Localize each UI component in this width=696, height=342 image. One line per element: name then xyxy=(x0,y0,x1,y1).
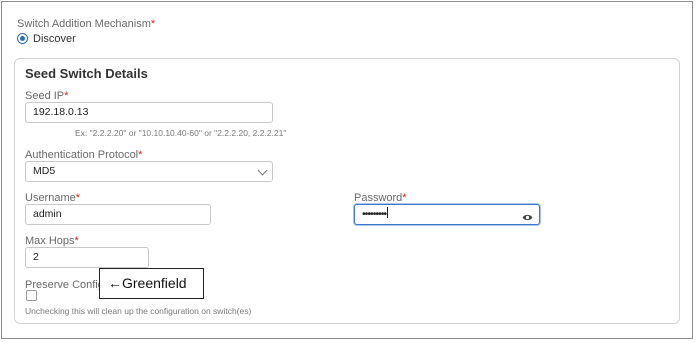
preserve-config-checkbox[interactable] xyxy=(26,290,37,301)
required-mark: * xyxy=(138,149,143,161)
required-mark: * xyxy=(74,235,79,247)
card-title: Seed Switch Details xyxy=(25,66,148,81)
left-arrow-icon: ← xyxy=(108,275,122,291)
username-label: Username* xyxy=(25,192,81,204)
eye-icon[interactable] xyxy=(522,210,533,224)
max-hops-label: Max Hops* xyxy=(25,235,79,247)
seed-ip-input[interactable]: 192.18.0.13 xyxy=(25,102,273,123)
chevron-down-icon xyxy=(257,165,268,176)
preserve-config-label: Preserve Config xyxy=(25,279,104,291)
password-label: Password* xyxy=(354,192,407,204)
callout-text: Greenfield xyxy=(122,275,187,291)
greenfield-callout: ←Greenfield xyxy=(99,268,204,299)
seed-ip-hint: Ex: "2.2.2.20" or "10.10.10.40-60" or "2… xyxy=(75,128,287,138)
discover-radio-label[interactable]: Discover xyxy=(33,33,76,45)
auth-protocol-select[interactable]: MD5 xyxy=(25,161,273,182)
text-caret xyxy=(387,207,389,218)
password-masked-value: ••••••••• xyxy=(362,208,387,220)
required-mark: * xyxy=(150,18,156,30)
max-hops-input[interactable]: 2 xyxy=(25,247,149,268)
seed-ip-label: Seed IP* xyxy=(25,90,69,102)
discover-radio[interactable] xyxy=(17,33,28,44)
auth-protocol-label: Authentication Protocol* xyxy=(25,149,143,161)
username-input[interactable]: admin xyxy=(25,204,211,225)
password-input[interactable]: ••••••••• xyxy=(354,204,540,225)
required-mark: * xyxy=(75,192,81,204)
auth-protocol-value: MD5 xyxy=(33,165,56,177)
mechanism-label: Switch Addition Mechanism* xyxy=(17,18,156,30)
required-mark: * xyxy=(402,192,407,204)
required-mark: * xyxy=(64,90,69,102)
radio-selected-dot xyxy=(20,36,25,41)
preserve-config-hint: Unchecking this will clean up the config… xyxy=(25,306,252,316)
